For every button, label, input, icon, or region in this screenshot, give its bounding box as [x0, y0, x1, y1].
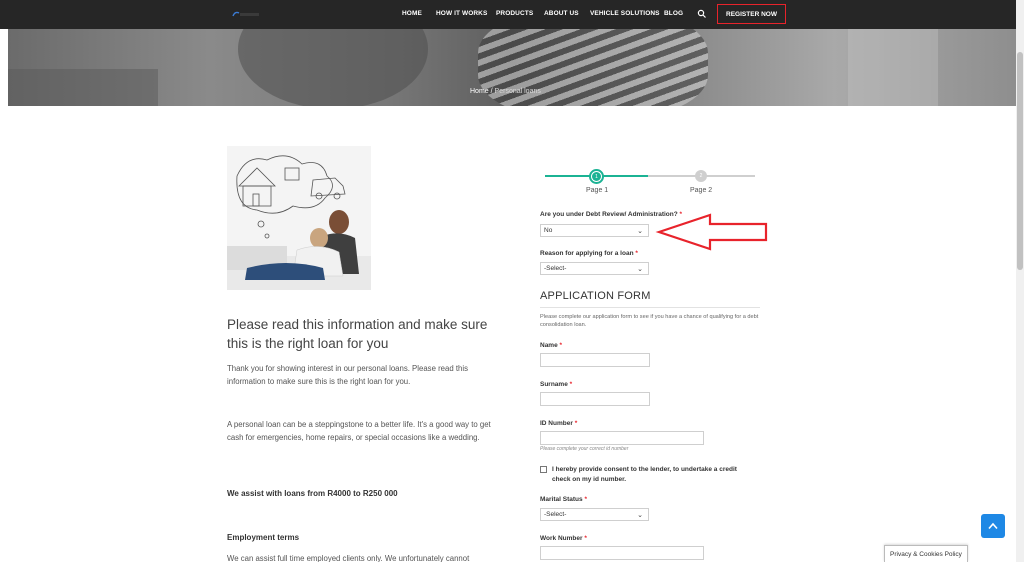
- arrow-up-icon: [988, 522, 998, 530]
- loan-reason-value: -Select-: [544, 265, 567, 272]
- personal-loan-paragraph: A personal loan can be a steppingstone t…: [227, 420, 491, 442]
- breadcrumb-current: Personal loans: [494, 88, 541, 95]
- logo[interactable]: [231, 10, 261, 19]
- work-number-label: Work Number *: [540, 535, 587, 542]
- chevron-down-icon: ⌄: [637, 228, 643, 235]
- step-2-label: Page 2: [690, 187, 713, 194]
- step-1-indicator: 1: [589, 169, 604, 184]
- intro-heading: Please read this information and make su…: [227, 317, 488, 351]
- consent-checkbox[interactable]: [540, 466, 547, 473]
- divider: [540, 307, 760, 308]
- nav-blog[interactable]: BLOG: [664, 10, 683, 17]
- consent-label: I hereby provide consent to the lender, …: [552, 466, 737, 483]
- employment-terms-heading: Employment terms: [227, 533, 300, 542]
- debt-review-value: No: [544, 227, 553, 234]
- loan-reason-label: Reason for applying for a loan *: [540, 250, 638, 257]
- scroll-to-top-button[interactable]: [981, 514, 1005, 538]
- nav-about-us[interactable]: ABOUT US: [544, 10, 579, 17]
- loan-reason-select[interactable]: -Select- ⌄: [540, 262, 649, 275]
- chevron-down-icon: ⌄: [637, 266, 643, 273]
- id-number-hint: Please complete your correct id number: [540, 446, 629, 452]
- intro-paragraph: Thank you for showing interest in our pe…: [227, 364, 468, 386]
- top-navbar: HOME HOW IT WORKS PRODUCTS ABOUT US VEHI…: [0, 0, 1016, 29]
- privacy-cookies-button[interactable]: Privacy & Cookies Policy: [884, 545, 968, 562]
- marital-status-value: -Select-: [544, 511, 567, 518]
- debt-review-select[interactable]: No ⌄: [540, 224, 649, 237]
- nav-vehicle-solutions[interactable]: VEHICLE SOLUTIONS: [590, 10, 660, 17]
- chevron-down-icon: ⌄: [637, 512, 643, 519]
- nav-products[interactable]: PRODUCTS: [496, 10, 533, 17]
- nav-home[interactable]: HOME: [402, 10, 422, 17]
- breadcrumb-home[interactable]: Home: [470, 88, 489, 95]
- step-1-label: Page 1: [586, 187, 609, 194]
- loan-illustration-image: [227, 146, 371, 290]
- loan-range-text: We assist with loans from R4000 to R250 …: [227, 489, 398, 498]
- register-now-button[interactable]: REGISTER NOW: [717, 4, 786, 24]
- marital-status-label: Marital Status *: [540, 496, 587, 503]
- name-label: Name *: [540, 342, 563, 349]
- employment-paragraph: We can assist full time employed clients…: [227, 554, 470, 562]
- surname-label: Surname *: [540, 381, 573, 388]
- application-form-description: Please complete our application form to …: [540, 314, 759, 328]
- application-form-title: APPLICATION FORM: [540, 290, 651, 302]
- search-icon[interactable]: [697, 9, 707, 19]
- work-number-input[interactable]: [540, 546, 704, 560]
- scrollbar-thumb[interactable]: [1017, 52, 1023, 270]
- marital-status-select[interactable]: -Select- ⌄: [540, 508, 649, 521]
- id-number-label: ID Number *: [540, 420, 578, 427]
- surname-input[interactable]: [540, 392, 650, 406]
- nav-how-it-works[interactable]: HOW IT WORKS: [436, 10, 487, 17]
- step-2-indicator: 2: [695, 170, 707, 182]
- id-number-input[interactable]: [540, 431, 704, 445]
- breadcrumb-separator: /: [490, 88, 493, 95]
- step-1-number: 1: [592, 172, 601, 181]
- annotation-arrow: [655, 213, 768, 251]
- name-input[interactable]: [540, 353, 650, 367]
- breadcrumb: Home / Personal loans: [470, 88, 541, 95]
